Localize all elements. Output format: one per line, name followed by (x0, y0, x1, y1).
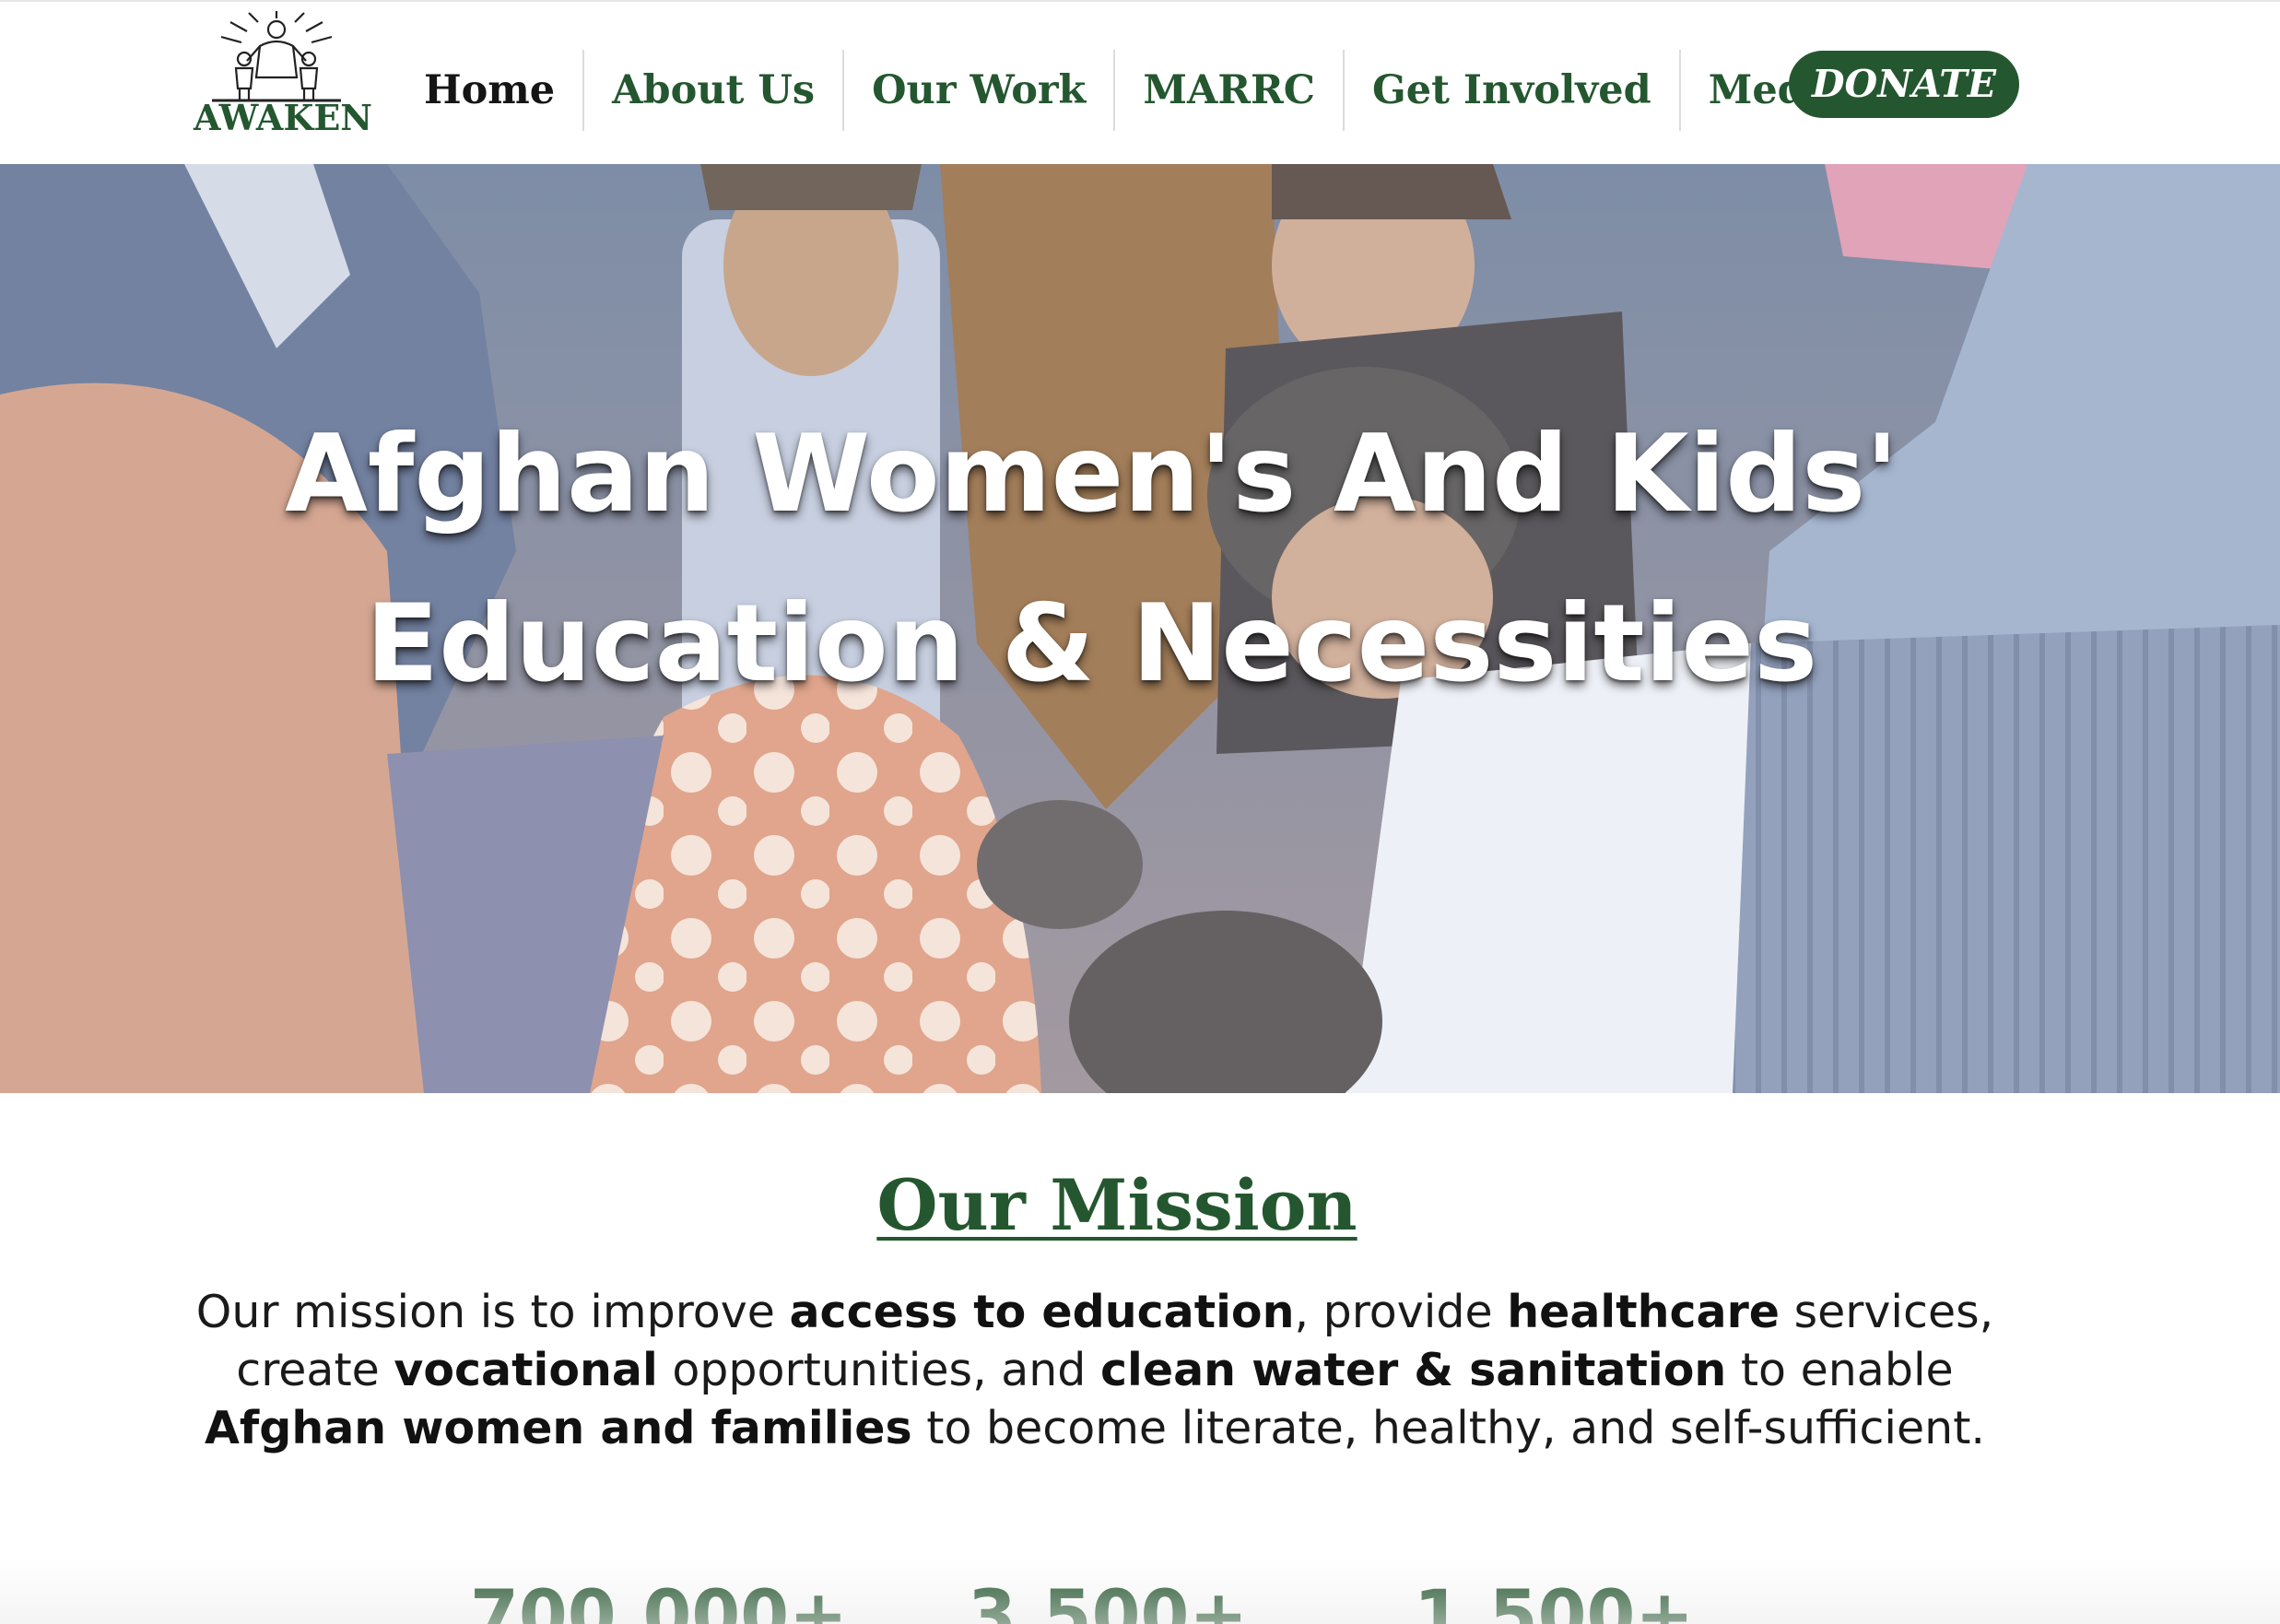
awaken-logo[interactable]: AWAKEN (194, 9, 373, 138)
stat-value: 1,500+ (1414, 1574, 1695, 1624)
mission-statement: Our mission is to improve access to educ… (184, 1283, 2005, 1457)
impact-stats: 700,000+ 3,500+ 1,500+ (0, 1574, 2280, 1624)
mission-segment: Our mission is to improve (195, 1286, 790, 1338)
mission-segment: to become literate, healthy, and self-su… (911, 1402, 1985, 1454)
mission-highlight: healthcare (1507, 1286, 1781, 1338)
donate-button[interactable]: DONATE (1789, 51, 2019, 118)
hero-title-line1: Afghan Women's And Kids' (285, 412, 1898, 536)
nav-marrc[interactable]: MARRC (1113, 50, 1343, 131)
nav-get-involved[interactable]: Get Involved (1343, 50, 1679, 131)
mission-title: Our Mission (876, 1164, 1357, 1246)
logo-figures-icon (212, 9, 341, 102)
mission-highlight: access to education (789, 1286, 1295, 1338)
nav-home[interactable]: Home (396, 50, 582, 131)
logo-wordmark: AWAKEN (194, 97, 373, 138)
mission-highlight: vocational (394, 1344, 658, 1396)
hero-banner: Afghan Women's And Kids' Education & Nec… (0, 164, 2280, 1093)
mission-segment: , provide (1294, 1286, 1508, 1338)
main-nav: Home About Us Our Work MARRC Get Involve… (396, 50, 1870, 131)
hero-title-line2: Education & Necessities (365, 582, 1818, 706)
mission-highlight: Afghan women and families (205, 1402, 912, 1454)
nav-our-work[interactable]: Our Work (842, 50, 1113, 131)
stat-value: 700,000+ (470, 1574, 848, 1624)
stat-value: 3,500+ (968, 1574, 1249, 1624)
hero-title: Afghan Women's And Kids' Education & Nec… (0, 390, 2280, 729)
nav-about-us[interactable]: About Us (582, 50, 842, 131)
site-header: AWAKEN Home About Us Our Work MARRC Get … (0, 0, 2280, 164)
mission-highlight: clean water & sanitation (1100, 1344, 1727, 1396)
mission-segment: opportunities, and (657, 1344, 1100, 1396)
mission-segment: to enable (1726, 1344, 1954, 1396)
